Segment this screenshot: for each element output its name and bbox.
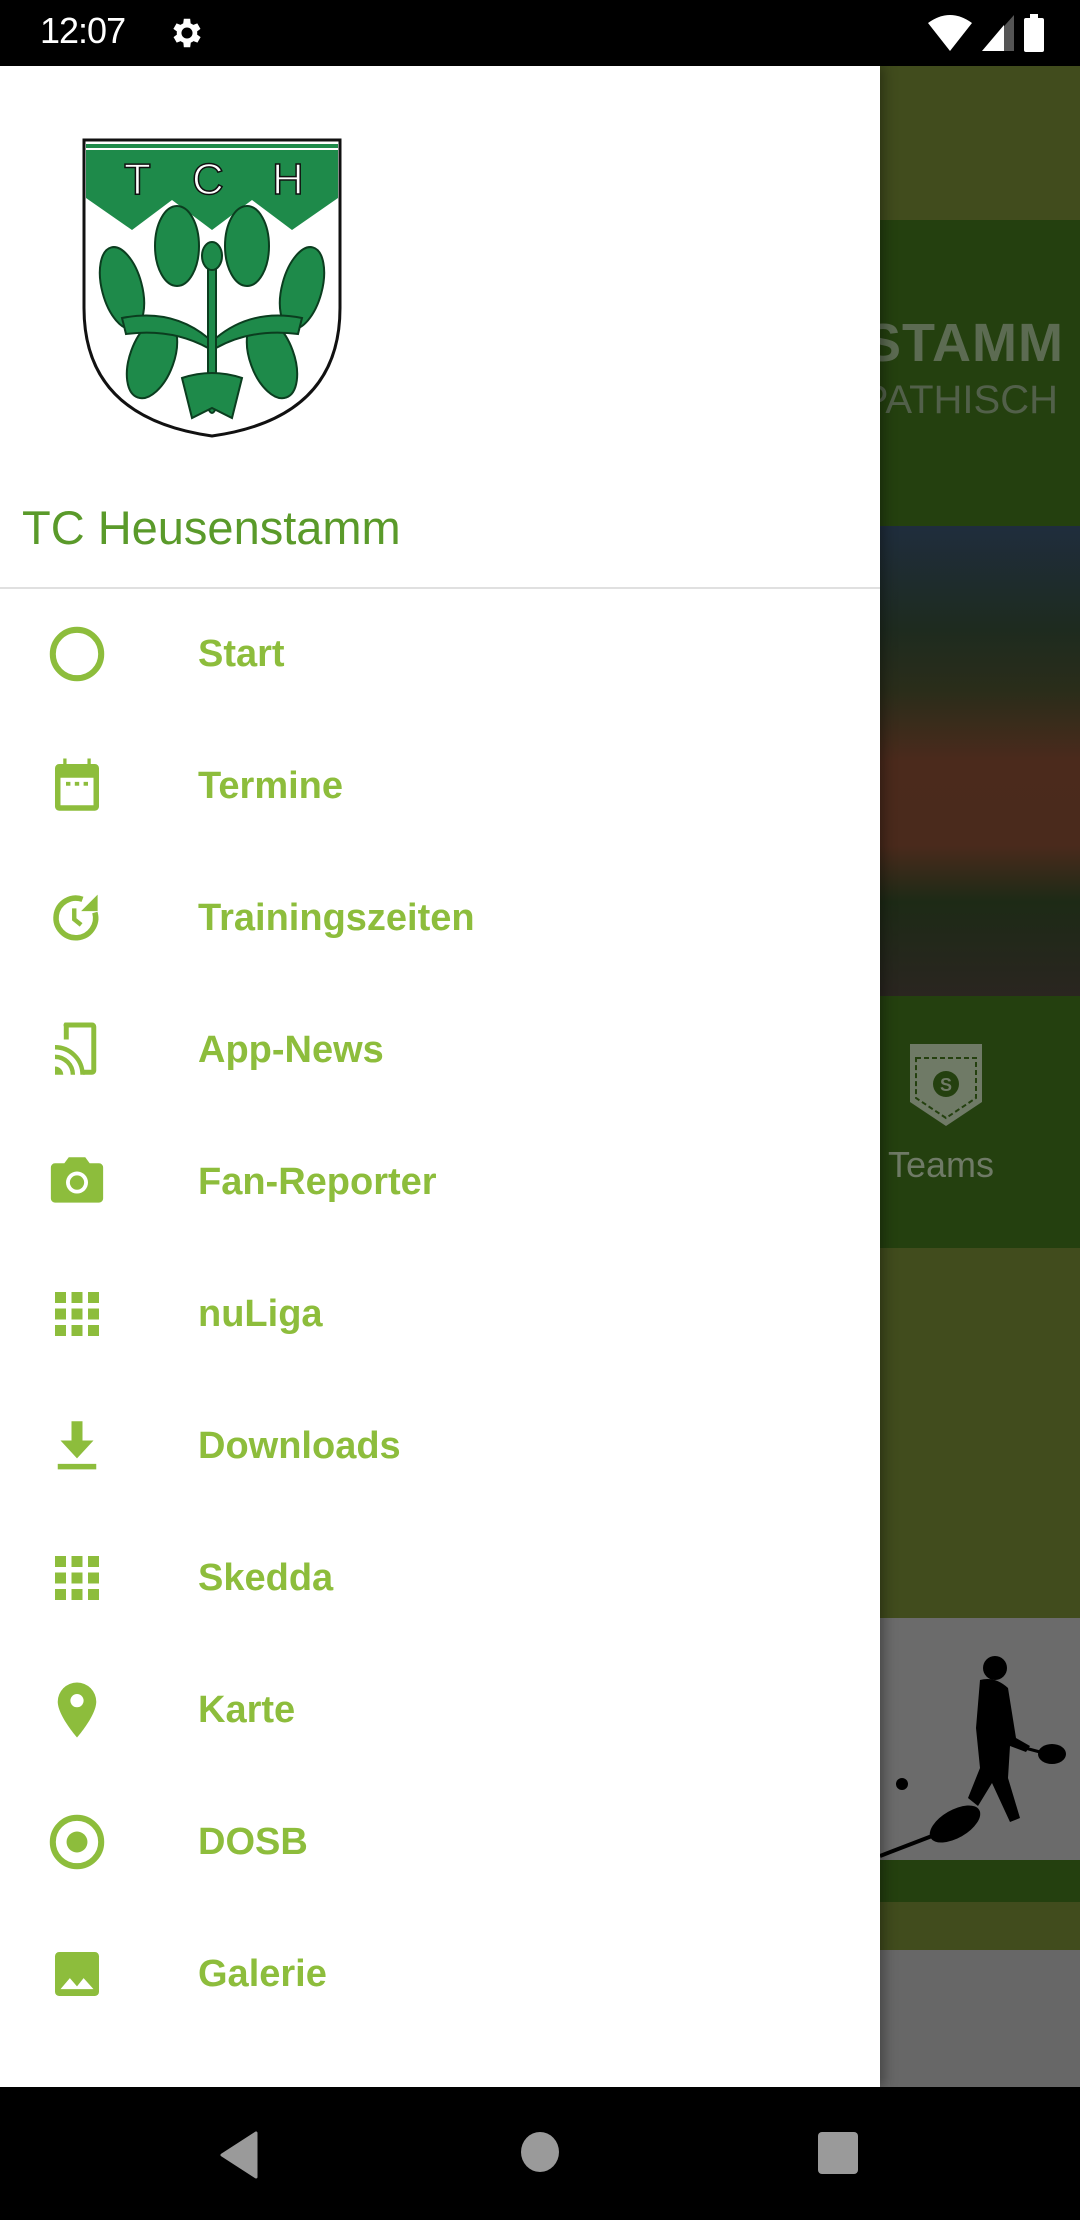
menu-item-karte[interactable]: Karte bbox=[0, 1645, 880, 1777]
cell-signal-icon bbox=[982, 15, 1014, 51]
grid-icon bbox=[55, 1292, 99, 1336]
menu-label: Skedda bbox=[198, 1557, 334, 1599]
download-icon bbox=[57, 1421, 97, 1470]
menu-label: DOSB bbox=[198, 1821, 308, 1863]
logo-letter-c: C bbox=[192, 155, 224, 204]
menu-label: Fan-Reporter bbox=[198, 1161, 437, 1203]
radio-button-icon bbox=[49, 1814, 105, 1870]
menu-label: Downloads bbox=[198, 1425, 401, 1467]
menu-item-skedda[interactable]: Skedda bbox=[0, 1513, 880, 1645]
menu-item-termine[interactable]: Termine bbox=[0, 721, 880, 853]
bg-teams-label: Teams bbox=[888, 1144, 995, 1185]
cast-icon bbox=[54, 1022, 97, 1075]
menu-label: App-News bbox=[198, 1029, 384, 1071]
menu-label: Termine bbox=[198, 765, 344, 807]
menu-label: nuLiga bbox=[198, 1293, 323, 1335]
wifi-icon bbox=[928, 15, 972, 51]
menu-item-galerie[interactable]: Galerie bbox=[0, 1909, 880, 2041]
navigation-drawer: T C H TC Heusenstamm Start Termine Train… bbox=[0, 66, 880, 2087]
back-icon[interactable] bbox=[218, 2131, 260, 2179]
menu-item-app-news[interactable]: App-News bbox=[0, 985, 880, 1117]
tennis-player-silhouette bbox=[880, 1656, 1066, 1858]
bg-banner-subtitle: PATHISCH bbox=[861, 378, 1058, 422]
camera-icon bbox=[50, 1157, 104, 1203]
menu-label: Karte bbox=[198, 1689, 296, 1731]
menu-label: Galerie bbox=[198, 1953, 327, 1995]
menu-item-downloads[interactable]: Downloads bbox=[0, 1381, 880, 1513]
logo-letter-t: T bbox=[124, 155, 151, 204]
home-icon[interactable] bbox=[520, 2131, 560, 2173]
menu-item-fan-reporter[interactable]: Fan-Reporter bbox=[0, 1117, 880, 1249]
badge-icon: S bbox=[910, 1044, 982, 1126]
menu-label: Start bbox=[198, 633, 285, 675]
bg-banner-title: STAMM bbox=[865, 313, 1064, 373]
status-bar: 12:07 bbox=[0, 0, 1080, 66]
calendar-icon bbox=[55, 758, 99, 811]
image-icon bbox=[55, 1952, 99, 1996]
menu-item-nuliga[interactable]: nuLiga bbox=[0, 1249, 880, 1381]
logo-letter-h: H bbox=[272, 155, 304, 204]
drawer-menu: Start Termine Trainingszeiten App-News F… bbox=[0, 589, 880, 2041]
gear-icon bbox=[173, 18, 201, 48]
club-name: TC Heusenstamm bbox=[22, 501, 401, 554]
clock-refresh-icon bbox=[53, 894, 99, 941]
system-nav-bar bbox=[0, 2087, 1080, 2220]
menu-item-start[interactable]: Start bbox=[0, 589, 880, 721]
menu-label: Trainingszeiten bbox=[198, 897, 475, 939]
circle-outline-icon bbox=[49, 626, 105, 682]
grid-icon bbox=[55, 1556, 99, 1600]
club-logo: T C H bbox=[82, 138, 342, 438]
menu-item-trainingszeiten[interactable]: Trainingszeiten bbox=[0, 853, 880, 985]
status-time: 12:07 bbox=[40, 10, 126, 51]
drawer-header: T C H TC Heusenstamm bbox=[0, 66, 880, 589]
svg-text:S: S bbox=[940, 1075, 952, 1095]
map-pin-icon bbox=[57, 1682, 97, 1738]
battery-icon bbox=[1024, 14, 1044, 52]
recents-icon[interactable] bbox=[817, 2131, 859, 2175]
menu-item-dosb[interactable]: DOSB bbox=[0, 1777, 880, 1909]
